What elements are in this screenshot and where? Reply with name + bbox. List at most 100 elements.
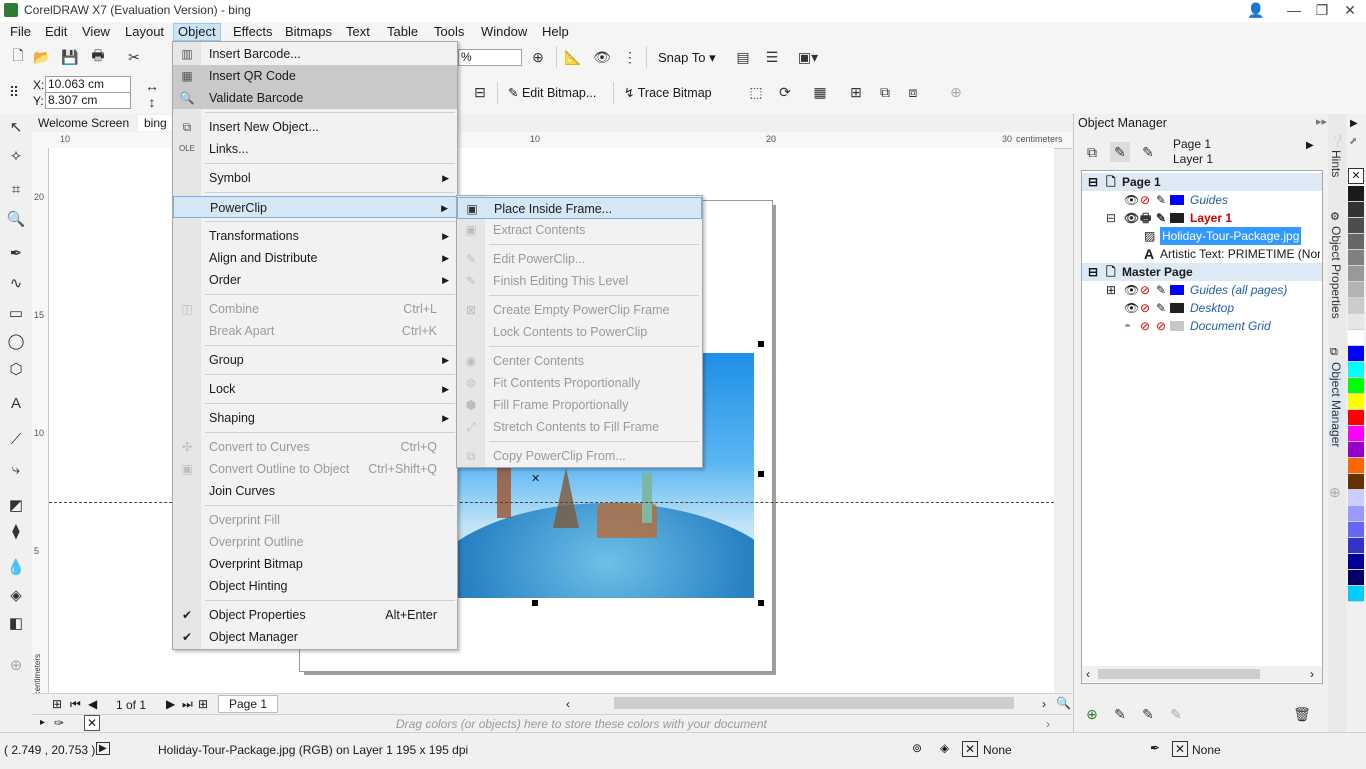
add-icon[interactable]: ⊕ — [946, 82, 966, 102]
selection-handle[interactable] — [532, 600, 538, 606]
menu-fit-contents[interactable]: ⊜ Fit Contents Proportionally — [457, 372, 702, 394]
layer-menu-icon[interactable]: ▶ — [1306, 140, 1314, 151]
palette-swatch[interactable] — [1348, 346, 1364, 362]
tab-hints[interactable]: Hints — [1329, 150, 1343, 177]
visibility-icon[interactable]: 👁 — [1124, 191, 1139, 209]
edit-disabled-icon[interactable]: ⊘ — [1156, 317, 1166, 335]
crop-bitmap-icon[interactable]: ⬚ — [746, 82, 766, 102]
layer-color-swatch[interactable] — [1170, 213, 1184, 223]
layer-view-icon[interactable]: ⧉ — [1082, 142, 1102, 162]
visibility-icon[interactable]: 👁 — [1124, 281, 1139, 299]
outline-none-swatch[interactable]: ✕ — [1172, 741, 1188, 757]
visibility-icon[interactable]: 👁 — [1124, 299, 1139, 317]
align-icon[interactable]: ☰ — [762, 47, 782, 67]
print-disabled-icon[interactable]: ⊘ — [1140, 281, 1150, 299]
menu-text[interactable]: Text — [342, 24, 374, 40]
palette-swatch[interactable] — [1348, 234, 1364, 250]
last-page-icon[interactable]: ⏭ — [182, 697, 193, 712]
palette-swatch[interactable] — [1348, 362, 1364, 378]
open-icon[interactable]: 📂 — [32, 47, 52, 67]
print-disabled-icon[interactable]: ⊘ — [1140, 299, 1150, 317]
menu-view[interactable]: View — [78, 24, 114, 40]
new-master-odd-icon[interactable]: ✎ — [1166, 704, 1186, 724]
new-master-layer-icon[interactable]: ✎ — [1110, 704, 1130, 724]
docker-collapse-icon[interactable]: ▸▸ — [1316, 115, 1327, 128]
x-position-field[interactable]: 10.063 cm — [45, 76, 131, 93]
layer-color-swatch[interactable] — [1170, 195, 1184, 205]
resample-icon[interactable]: ⟳ — [775, 82, 795, 102]
menu-lock-contents[interactable]: Lock Contents to PowerClip — [457, 321, 702, 343]
text-tool-icon[interactable]: A — [6, 394, 26, 414]
ruler-origin[interactable] — [32, 132, 48, 148]
menu-fill-frame[interactable]: ⬢ Fill Frame Proportionally — [457, 394, 702, 416]
pick-tool-icon[interactable]: ↖ — [6, 118, 26, 138]
tab-welcome-screen[interactable]: Welcome Screen — [32, 115, 135, 131]
menu-bitmaps[interactable]: Bitmaps — [281, 24, 336, 40]
tab-bing[interactable]: bing — [138, 115, 173, 131]
add-docker-icon[interactable]: ⊕ — [1329, 484, 1341, 501]
palette-swatch[interactable] — [1348, 202, 1364, 218]
menu-powerclip[interactable]: PowerClip ▶ — [173, 196, 457, 218]
scroll-left-icon[interactable]: ‹ — [566, 697, 570, 711]
menu-object-manager[interactable]: ✔ Object Manager — [173, 626, 457, 648]
edit-icon[interactable]: ✎ — [1156, 209, 1166, 227]
to-front-icon[interactable]: ⧉ — [875, 82, 895, 102]
options-icon[interactable]: ▤ — [733, 47, 753, 67]
tree-guides-all-pages[interactable]: ⊞ 👁 ⊘ ✎ Guides (all pages) — [1082, 281, 1322, 299]
menu-convert-to-curves[interactable]: ✣ Convert to Curves Ctrl+Q — [173, 436, 457, 458]
trace-bitmap-button[interactable]: ↯ Trace Bitmap — [624, 85, 712, 100]
menu-align-distribute[interactable]: Align and Distribute ▶ — [173, 247, 457, 269]
tree-layer-1[interactable]: ⊟ 👁 🖶 ✎ Layer 1 — [1082, 209, 1322, 227]
delete-icon[interactable]: 🗑 — [1292, 704, 1312, 724]
menu-order[interactable]: Order ▶ — [173, 269, 457, 291]
tree-object-image[interactable]: ▨ Holiday-Tour-Package.jpg — [1082, 227, 1322, 245]
edit-across-layers-icon[interactable]: ✎ — [1138, 142, 1158, 162]
interactive-fill-icon[interactable]: ◈ — [6, 586, 26, 606]
freehand-tool-icon[interactable]: ✒ — [6, 244, 26, 264]
add-page-icon[interactable]: ⊞ — [52, 697, 62, 711]
menu-place-inside-frame[interactable]: ▣ Place Inside Frame... — [457, 197, 702, 219]
palette-swatch[interactable] — [1348, 218, 1364, 234]
menu-links[interactable]: OLE Links... — [173, 138, 457, 160]
menu-effects[interactable]: Effects — [229, 24, 277, 40]
edit-icon[interactable]: ✎ — [1156, 299, 1166, 317]
rotation-center-marker[interactable]: ✕ — [531, 472, 540, 485]
add-tool-icon[interactable]: ⊕ — [6, 656, 26, 676]
page-tab-1[interactable]: Page 1 — [218, 695, 279, 713]
menu-table[interactable]: Table — [383, 24, 422, 40]
palette-swatch[interactable] — [1348, 442, 1364, 458]
scroll-right-icon[interactable]: › — [1042, 697, 1046, 711]
edit-icon[interactable]: ✎ — [1156, 191, 1166, 209]
scroll-thumb[interactable] — [1098, 669, 1260, 679]
menu-object-properties[interactable]: ✔ Object Properties Alt+Enter — [173, 604, 457, 626]
prev-page-icon[interactable]: ◀ — [88, 697, 97, 711]
print-disabled-icon[interactable]: ⊘ — [1140, 191, 1150, 209]
show-properties-icon[interactable]: ✎ — [1110, 142, 1130, 162]
menu-group[interactable]: Group ▶ — [173, 349, 457, 371]
tree-master-page[interactable]: ⊟ 🗋 Master Page — [1082, 263, 1322, 281]
smart-fill-icon[interactable]: ◧ — [6, 614, 26, 634]
menu-convert-outline[interactable]: ▣ Convert Outline to Object Ctrl+Shift+Q — [173, 458, 457, 480]
tab-object-properties[interactable]: Object Properties — [1329, 226, 1343, 319]
menu-insert-qr-code[interactable]: ▦ Insert QR Code — [173, 65, 457, 87]
fill-none-swatch[interactable]: ✕ — [962, 741, 978, 757]
palette-swatch[interactable] — [1348, 314, 1364, 330]
no-color-swatch[interactable]: ✕ — [84, 715, 100, 731]
palette-menu-icon[interactable]: ▸ — [40, 717, 45, 728]
palette-swatch[interactable] — [1348, 426, 1364, 442]
crop-tool-icon[interactable]: ⌗ — [6, 180, 26, 200]
menu-overprint-fill[interactable]: Overprint Fill — [173, 509, 457, 531]
zoom-navigator-icon[interactable]: 🔍 — [1056, 696, 1071, 710]
view-icon[interactable]: 👁 — [592, 47, 612, 67]
menu-create-empty-frame[interactable]: ⊠ Create Empty PowerClip Frame — [457, 299, 702, 321]
status-arrow-icon[interactable]: ▶ — [96, 742, 110, 755]
palette-swatch[interactable] — [1348, 490, 1364, 506]
snap-to-dropdown[interactable]: Snap To ▾ — [658, 50, 716, 66]
menu-join-curves[interactable]: Join Curves — [173, 480, 457, 502]
manager-icon[interactable]: ⧉ — [1330, 346, 1338, 359]
grid-icon[interactable]: ⋮ — [620, 47, 640, 67]
eyedropper-icon[interactable]: 💧 — [6, 558, 26, 578]
user-icon[interactable]: 👤 — [1240, 0, 1272, 22]
parallel-dimension-icon[interactable]: ⟋ — [6, 430, 26, 450]
layer-color-swatch[interactable] — [1170, 321, 1184, 331]
